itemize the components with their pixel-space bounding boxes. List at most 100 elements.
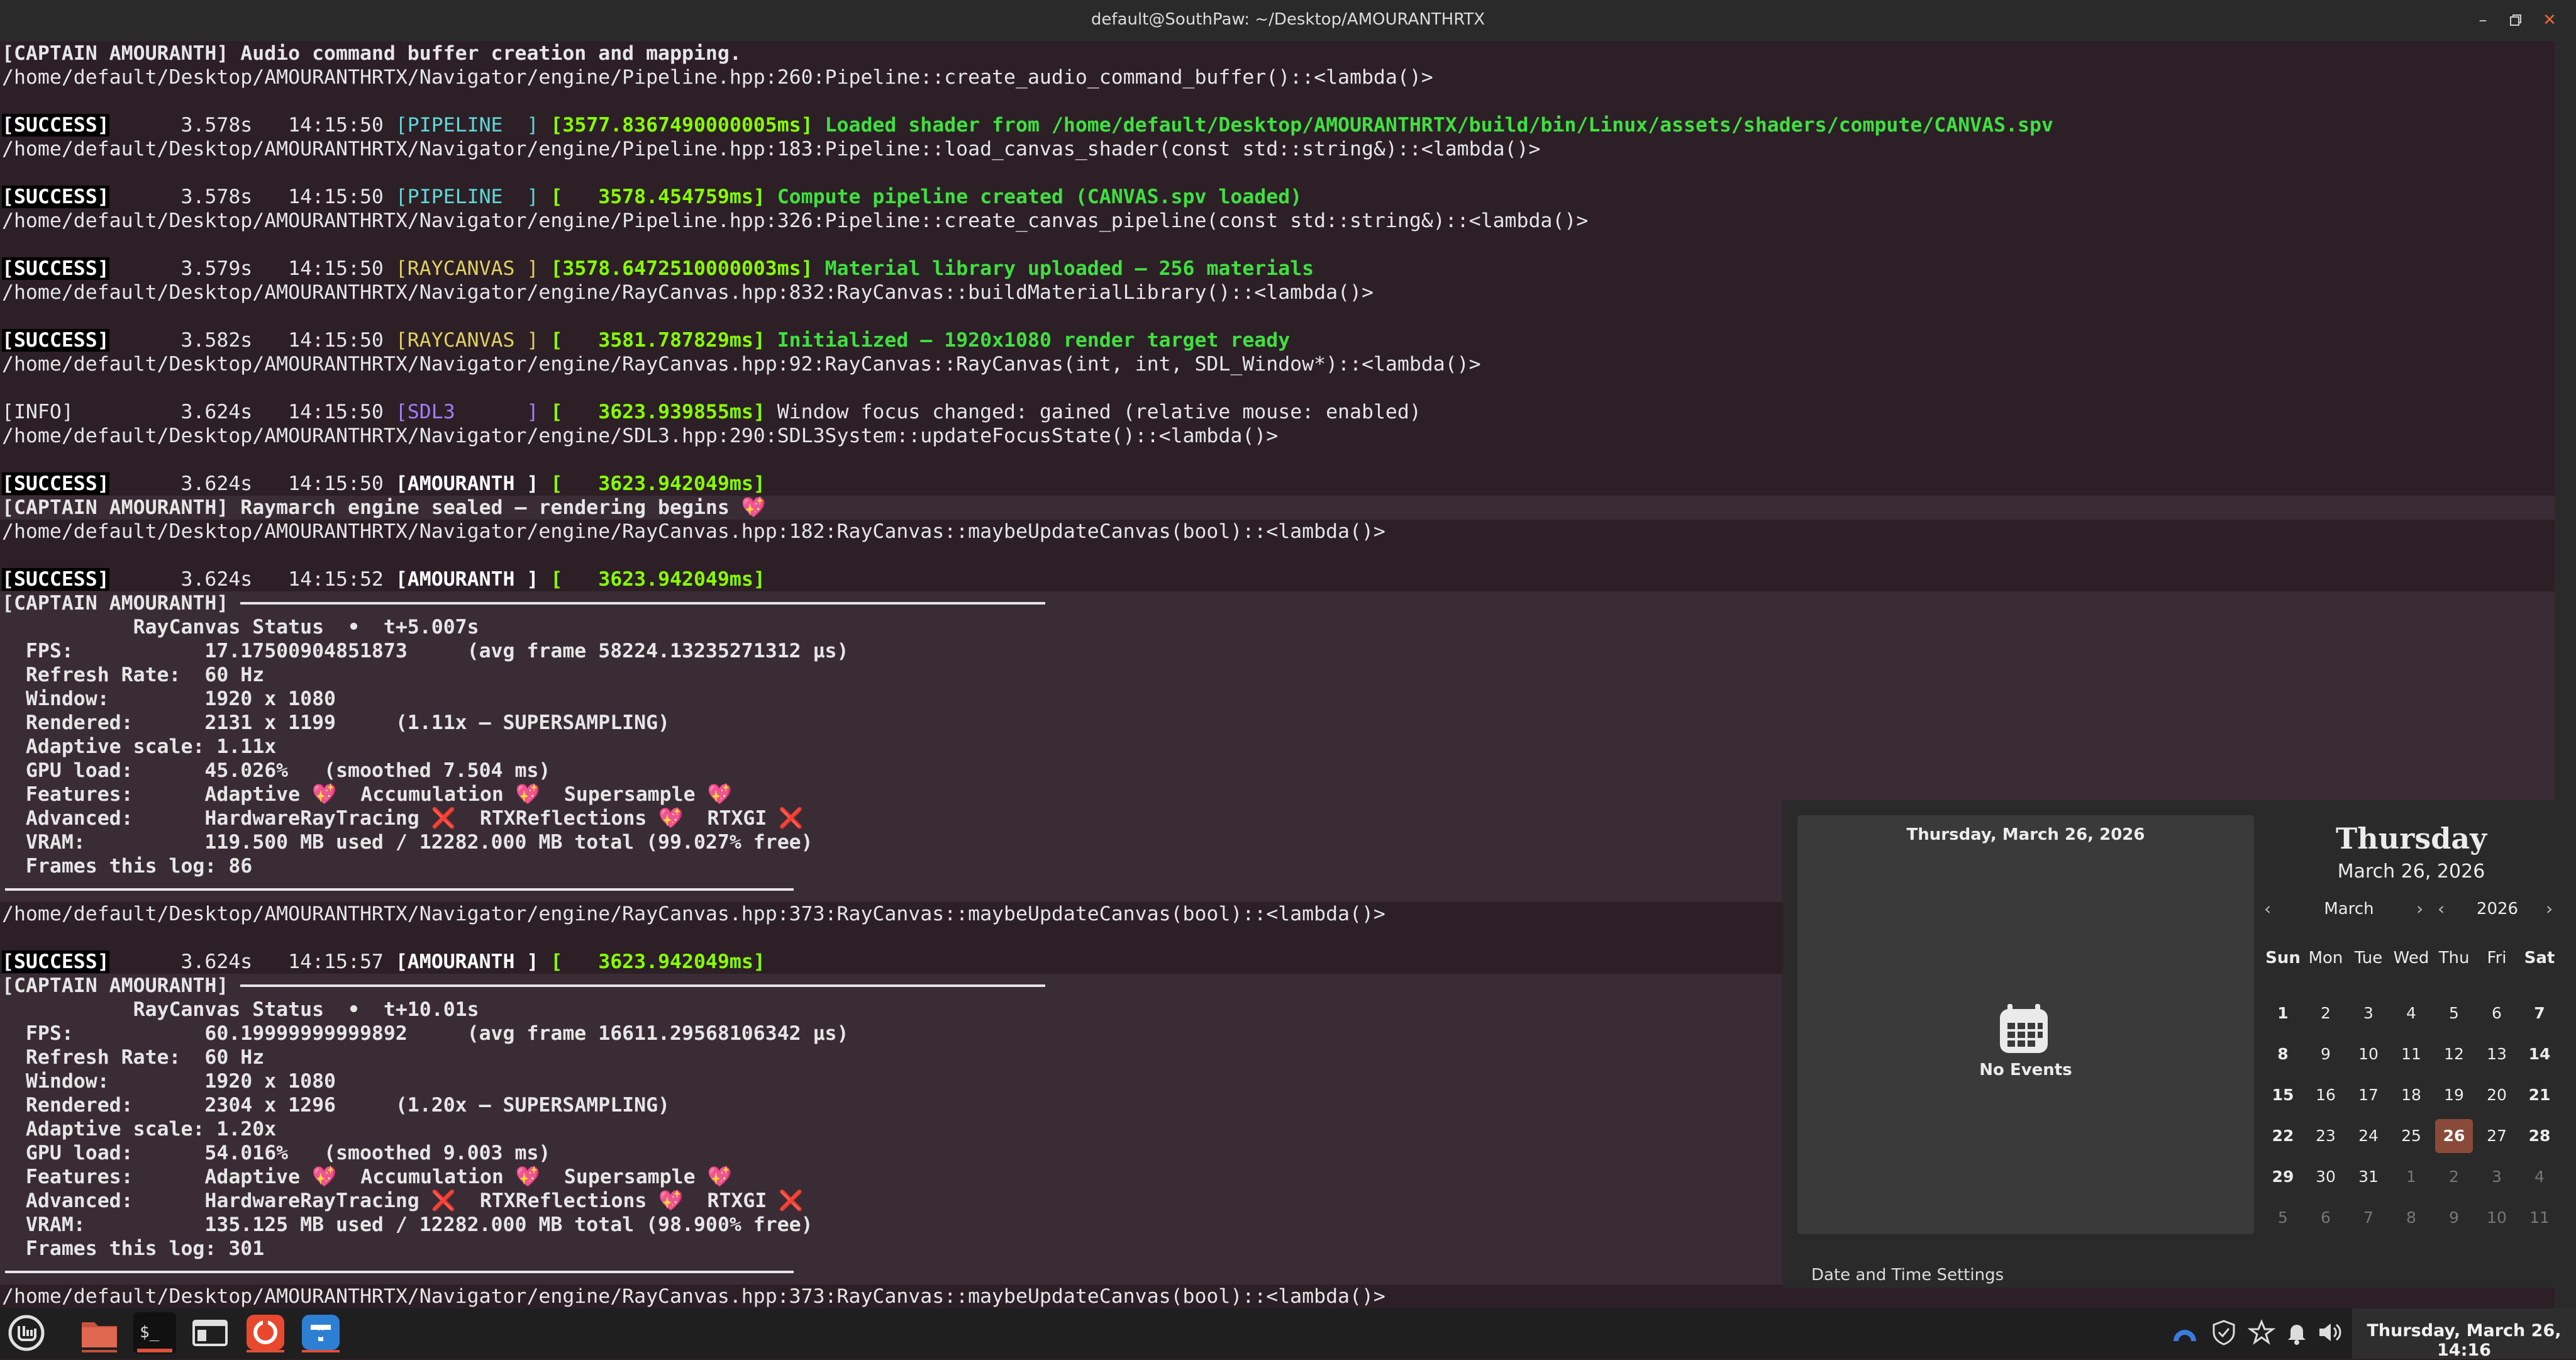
log-segment: Advanced: HardwareRayTracing ❌ RTXReflec… <box>2 807 804 830</box>
calendar-day[interactable]: 24 <box>2350 1119 2387 1153</box>
log-line: RayCanvas Status • t+5.007s <box>2 615 479 639</box>
log-segment: [PIPELINE ] <box>395 114 539 137</box>
chevron-left-icon[interactable]: ‹ <box>2264 898 2271 919</box>
log-line: Window: 1920 x 1080 <box>2 687 336 711</box>
log-segment: [RAYCANVAS ] <box>395 329 539 352</box>
calendar-day[interactable]: 7 <box>2350 1201 2387 1235</box>
log-segment: [AMOURANTH ] <box>395 568 539 591</box>
calendar-day[interactable]: 21 <box>2521 1078 2558 1112</box>
calendar-day[interactable]: 30 <box>2307 1160 2345 1194</box>
calendar-day[interactable]: 13 <box>2478 1037 2516 1071</box>
calendar-day-today[interactable]: 26 <box>2435 1119 2473 1153</box>
star-icon[interactable] <box>2247 1318 2276 1346</box>
log-segment: [ 3623.942049ms] <box>538 568 765 591</box>
calendar-day[interactable]: 4 <box>2392 996 2430 1030</box>
log-segment: [ 3623.942049ms] <box>538 950 765 973</box>
status-rule <box>5 1271 794 1273</box>
log-segment: [RAYCANVAS ] <box>395 257 539 280</box>
year-label: 2026 <box>2476 900 2519 918</box>
calendar-day[interactable]: 8 <box>2264 1037 2302 1071</box>
log-segment: [CAPTAIN AMOURANTH] Audio command buffer… <box>2 42 741 65</box>
log-segment: Window: 1920 x 1080 <box>2 1070 336 1093</box>
calendar-day[interactable]: 2 <box>2435 1160 2473 1194</box>
log-segment: Material library uploaded — 256 material… <box>824 257 1314 280</box>
log-segment: [ 3623.939855ms] <box>538 401 777 423</box>
log-line: [CAPTAIN AMOURANTH] Raymarch engine seal… <box>2 496 766 520</box>
calendar-day[interactable]: 28 <box>2521 1119 2558 1153</box>
calendar-day[interactable]: 6 <box>2478 996 2516 1030</box>
volume-icon[interactable] <box>2316 1318 2343 1346</box>
log-line: FPS: 60.19999999999892 (avg frame 16611.… <box>2 1022 849 1045</box>
menu-icon[interactable] <box>5 1312 48 1354</box>
log-segment: [CAPTAIN AMOURANTH] Raymarch engine seal… <box>2 496 767 519</box>
bell-icon[interactable] <box>2283 1318 2311 1346</box>
log-segment: 3.579s 14:15:50 <box>109 257 396 280</box>
calendar-day[interactable]: 1 <box>2264 996 2302 1030</box>
calendar-day[interactable]: 3 <box>2350 996 2387 1030</box>
calendar-day[interactable]: 15 <box>2264 1078 2302 1112</box>
calendar-day[interactable]: 10 <box>2478 1201 2516 1235</box>
log-segment: [ 3581.787829ms] <box>538 329 777 352</box>
calendar-day[interactable]: 18 <box>2392 1078 2430 1112</box>
calendar-day[interactable]: 7 <box>2521 996 2558 1030</box>
log-segment: /home/default/Desktop/AMOURANTHRTX/Navig… <box>2 138 1541 160</box>
calendar-day[interactable]: 3 <box>2478 1160 2516 1194</box>
calendar-day[interactable]: 25 <box>2392 1119 2430 1153</box>
calendar-day[interactable]: 27 <box>2478 1119 2516 1153</box>
log-segment: [SUCCESS] <box>2 257 109 280</box>
chevron-right-icon[interactable]: › <box>2546 898 2553 919</box>
log-segment: /home/default/Desktop/AMOURANTHRTX/Navig… <box>2 520 1385 543</box>
terminal-scrollbar[interactable] <box>2555 42 2576 1308</box>
log-segment: VRAM: 135.125 MB used / 12282.000 MB tot… <box>2 1213 813 1236</box>
calendar-day[interactable]: 2 <box>2307 996 2345 1030</box>
calendar-day[interactable]: 16 <box>2307 1078 2345 1112</box>
log-line: Window: 1920 x 1080 <box>2 1069 336 1093</box>
log-line: [SUCCESS] 3.579s 14:15:50 [RAYCANVAS ] [… <box>2 257 1314 281</box>
log-line: Advanced: HardwareRayTracing ❌ RTXReflec… <box>2 806 804 830</box>
log-segment: RayCanvas Status • t+5.007s <box>2 616 479 638</box>
log-segment: 3.582s 14:15:50 <box>109 329 396 352</box>
log-segment: 3.578s 14:15:50 <box>109 186 396 208</box>
calendar-day[interactable]: 8 <box>2392 1201 2430 1235</box>
calendar-day[interactable]: 4 <box>2521 1160 2558 1194</box>
calendar-day[interactable]: 29 <box>2264 1160 2302 1194</box>
log-segment: [SUCCESS] <box>2 186 109 208</box>
date-time-settings-link[interactable]: Date and Time Settings <box>1811 1266 2004 1285</box>
calendar-day[interactable]: 20 <box>2478 1078 2516 1112</box>
files-icon[interactable] <box>78 1312 121 1354</box>
chevron-left-icon[interactable]: ‹ <box>2438 898 2445 919</box>
calendar-day[interactable]: 19 <box>2435 1078 2473 1112</box>
log-line: /home/default/Desktop/AMOURANTHRTX/Navig… <box>2 902 1385 926</box>
calendar-day[interactable]: 11 <box>2392 1037 2430 1071</box>
calendar-day[interactable]: 12 <box>2435 1037 2473 1071</box>
calendar-day[interactable]: 14 <box>2521 1037 2558 1071</box>
shield-icon[interactable] <box>2210 1318 2238 1346</box>
app-red-icon[interactable] <box>244 1312 287 1354</box>
log-line: [SUCCESS] 3.578s 14:15:50 [PIPELINE ] [3… <box>2 113 2053 137</box>
calendar-day[interactable]: 5 <box>2264 1201 2302 1235</box>
calendar-day[interactable]: 9 <box>2307 1037 2345 1071</box>
chevron-right-icon[interactable]: › <box>2416 898 2423 919</box>
calendar-day[interactable]: 10 <box>2350 1037 2387 1071</box>
day-header: Thu <box>2438 949 2470 967</box>
calendar-day[interactable]: 6 <box>2307 1201 2345 1235</box>
calendar-day[interactable]: 1 <box>2392 1160 2430 1194</box>
network-icon[interactable] <box>2171 1318 2199 1346</box>
log-line: [CAPTAIN AMOURANTH] <box>2 974 228 998</box>
calendar-day[interactable]: 22 <box>2264 1119 2302 1153</box>
taskbar-clock[interactable]: Thursday, March 26, 14:16 <box>2355 1321 2573 1360</box>
log-line: [SUCCESS] 3.624s 14:15:57 [AMOURANTH ] [… <box>2 950 765 974</box>
calendar-day[interactable]: 17 <box>2350 1078 2387 1112</box>
calendar-day[interactable]: 11 <box>2521 1201 2558 1235</box>
calendar-day[interactable]: 9 <box>2435 1201 2473 1235</box>
app-blue-icon[interactable] <box>299 1312 342 1354</box>
calendar-day[interactable]: 5 <box>2435 996 2473 1030</box>
calendar-day[interactable]: 23 <box>2307 1119 2345 1153</box>
window-icon[interactable] <box>189 1312 231 1354</box>
terminal-icon[interactable]: $_ <box>133 1312 176 1354</box>
log-segment: /home/default/Desktop/AMOURANTHRTX/Navig… <box>2 66 1433 89</box>
log-line: Adaptive scale: 1.20x <box>2 1117 276 1141</box>
log-segment: GPU load: 54.016% (smoothed 9.003 ms) <box>2 1142 551 1164</box>
calendar-day[interactable]: 31 <box>2350 1160 2387 1194</box>
log-line: [SUCCESS] 3.624s 14:15:52 [AMOURANTH ] [… <box>2 567 765 591</box>
